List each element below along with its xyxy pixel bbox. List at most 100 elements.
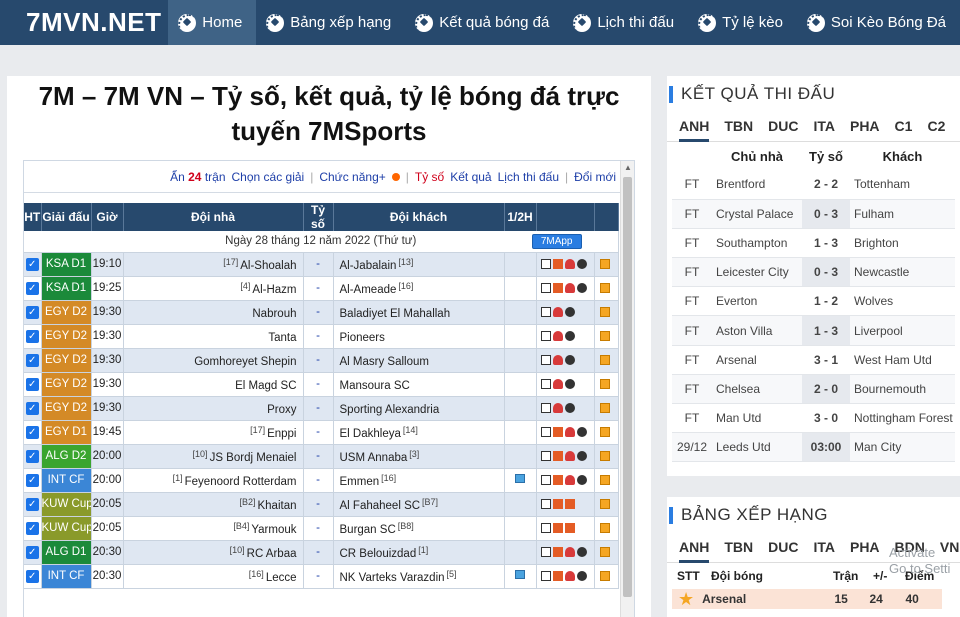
nav-odds[interactable]: Tỷ lệ kèo	[688, 0, 797, 45]
results-tab-c2[interactable]: C2	[927, 112, 945, 142]
odds-icon[interactable]	[552, 450, 563, 461]
home-team[interactable]: Al-Hazm	[252, 284, 296, 296]
match-score[interactable]: -	[303, 324, 334, 349]
results-tab-anh[interactable]: ANH	[679, 112, 710, 142]
match-row[interactable]: ✓ EGY D2 19:30 Tanta - Pioneers	[24, 324, 619, 349]
result-score[interactable]: 2 - 2	[802, 170, 850, 200]
home-team[interactable]: Tanta	[268, 332, 296, 344]
livescore-link[interactable]: Tỷ số	[415, 170, 444, 184]
tv-icon[interactable]	[540, 522, 551, 533]
stats-icon[interactable]	[564, 546, 575, 557]
home-team[interactable]: JS Bordj Menaiel	[210, 452, 297, 464]
match-checkbox[interactable]: ✓	[25, 545, 39, 559]
away-team[interactable]: Al-Ameade	[340, 284, 397, 296]
nav-home[interactable]: Home	[168, 0, 257, 45]
match-checkbox[interactable]: ✓	[25, 569, 39, 583]
results-tab-c1[interactable]: C1	[895, 112, 913, 142]
match-score[interactable]: -	[303, 396, 334, 421]
expand-icon[interactable]	[600, 354, 610, 365]
results-tab-pha[interactable]: PHA	[850, 112, 880, 142]
site-logo[interactable]: 7MVN.NET	[0, 0, 168, 45]
away-team[interactable]: NK Varteks Varazdin	[340, 572, 445, 584]
match-checkbox[interactable]: ✓	[25, 281, 39, 295]
league-badge[interactable]: EGY D2	[41, 300, 92, 325]
league-badge[interactable]: EGY D2	[41, 324, 92, 349]
results-link[interactable]: Kết quả	[450, 170, 491, 184]
away-team[interactable]: Al Masry Salloum	[340, 356, 429, 368]
match-score[interactable]: -	[303, 444, 334, 469]
home-team[interactable]: Yarmouk	[251, 524, 296, 536]
football-icon[interactable]	[576, 282, 587, 293]
result-score[interactable]: 0 - 3	[802, 199, 850, 229]
home-team[interactable]: El Magd SC	[235, 380, 296, 392]
result-row[interactable]: FT Arsenal 3 - 1 West Ham Utd	[672, 345, 955, 375]
result-row[interactable]: FT Everton 1 - 2 Wolves	[672, 286, 955, 317]
expand-icon[interactable]	[600, 330, 610, 341]
league-badge[interactable]: KUW Cup	[41, 492, 92, 517]
scroll-up-icon[interactable]: ▲	[621, 161, 634, 175]
match-checkbox[interactable]: ✓	[25, 329, 39, 343]
league-badge[interactable]: KUW Cup	[41, 516, 92, 541]
odds-icon[interactable]	[552, 522, 563, 533]
league-badge[interactable]: INT CF	[41, 468, 92, 493]
football-icon[interactable]	[576, 546, 587, 557]
expand-icon[interactable]	[600, 258, 610, 269]
match-row[interactable]: ✓ ALG D1 20:30 [10] RC Arbaa - CR Belouizdad [1…	[24, 540, 619, 565]
tv-icon[interactable]	[540, 354, 551, 365]
schedule-link[interactable]: Lịch thi đấu	[498, 170, 559, 184]
away-team[interactable]: Burgan SC	[340, 524, 396, 536]
odds-icon[interactable]	[552, 474, 563, 485]
league-badge[interactable]: EGY D2	[41, 348, 92, 373]
match-row[interactable]: ✓ KUW Cup 20:05 [B4] Yarmouk - Burgan SC [B8]	[24, 516, 619, 541]
match-score[interactable]: -	[303, 492, 334, 517]
standings-row[interactable]: ★ Arsenal 15 24 40	[672, 589, 942, 609]
tv-icon[interactable]	[540, 402, 551, 413]
results-tab-ita[interactable]: ITA	[813, 112, 835, 142]
match-score[interactable]: -	[303, 564, 334, 589]
expand-icon[interactable]	[600, 378, 610, 389]
match-checkbox[interactable]: ✓	[25, 305, 39, 319]
away-team[interactable]: Mansoura SC	[340, 380, 410, 392]
match-score[interactable]: -	[303, 516, 334, 541]
home-team[interactable]: Enppi	[267, 428, 296, 440]
football-icon[interactable]	[576, 450, 587, 461]
match-score[interactable]: -	[303, 420, 334, 445]
results-tab-tbn[interactable]: TBN	[724, 112, 753, 142]
football-icon[interactable]	[564, 330, 575, 341]
match-row[interactable]: ✓ INT CF 20:00 [1] Feyenoord Rotterdam - Emmen…	[24, 468, 619, 493]
home-team[interactable]: Al-Shoalah	[240, 260, 296, 272]
league-badge[interactable]: KSA D1	[41, 276, 92, 301]
result-score[interactable]: 3 - 1	[802, 345, 850, 375]
match-score[interactable]: -	[303, 372, 334, 397]
stats-icon[interactable]	[564, 426, 575, 437]
home-team[interactable]: Gomhoreyet Shepin	[194, 356, 296, 368]
nav-results[interactable]: Kết quả bóng đá	[405, 0, 563, 45]
match-checkbox[interactable]: ✓	[25, 257, 39, 271]
football-icon[interactable]	[576, 426, 587, 437]
result-score[interactable]: 1 - 3	[802, 228, 850, 259]
away-team[interactable]: Baladiyet El Mahallah	[340, 308, 451, 320]
match-row[interactable]: ✓ EGY D2 19:30 Proxy - Sporting Alexandria	[24, 396, 619, 421]
stats-icon[interactable]	[552, 354, 563, 365]
tv-icon[interactable]	[540, 306, 551, 317]
odds-icon[interactable]	[564, 522, 575, 533]
match-row[interactable]: ✓ EGY D2 19:30 El Magd SC - Mansoura SC	[24, 372, 619, 397]
match-row[interactable]: ✓ ALG D2 20:00 [10] JS Bordj Menaiel - USM Ann…	[24, 444, 619, 469]
match-checkbox[interactable]: ✓	[25, 353, 39, 367]
away-team[interactable]: Al-Jabalain	[340, 260, 397, 272]
match-row[interactable]: ✓ EGY D2 19:30 Nabrouh - Baladiyet El Mahalla…	[24, 300, 619, 325]
league-badge[interactable]: ALG D1	[41, 540, 92, 565]
odds-icon[interactable]	[564, 498, 575, 509]
expand-icon[interactable]	[600, 426, 610, 437]
match-checkbox[interactable]: ✓	[25, 521, 39, 535]
football-icon[interactable]	[564, 402, 575, 413]
refresh-link[interactable]: Đổi mới	[574, 170, 616, 184]
match-row[interactable]: ✓ KUW Cup 20:05 [B2] Khaitan - Al Fahaheel SC[…	[24, 492, 619, 517]
frame-scrollbar[interactable]: ▲	[620, 161, 634, 617]
results-tab-duc[interactable]: DUC	[768, 112, 798, 142]
result-row[interactable]: FT Aston Villa 1 - 3 Liverpool	[672, 315, 955, 346]
football-icon[interactable]	[576, 258, 587, 269]
away-team[interactable]: Sporting Alexandria	[340, 404, 440, 416]
result-score[interactable]: 3 - 0	[802, 403, 850, 434]
result-score[interactable]: 0 - 3	[802, 257, 850, 288]
